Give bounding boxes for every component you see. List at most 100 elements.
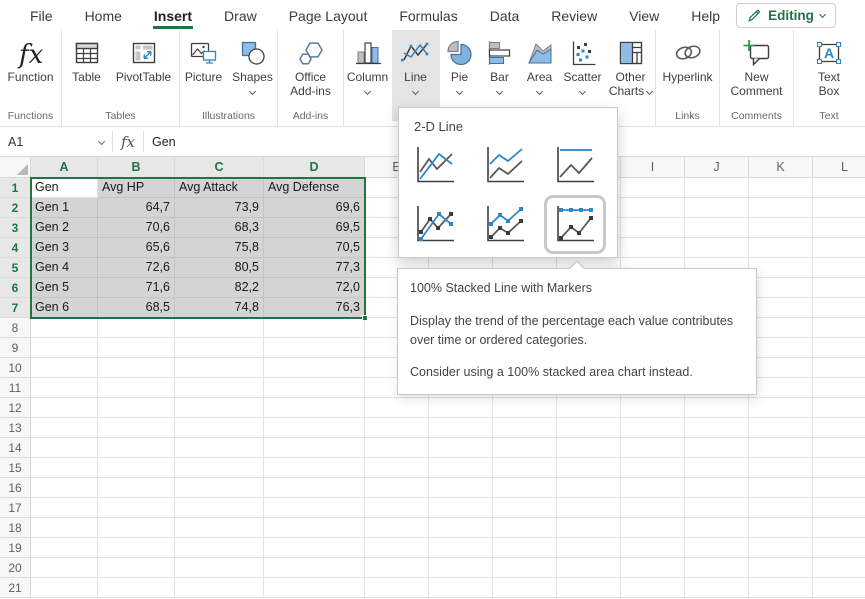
- cell-G21[interactable]: [493, 578, 557, 598]
- cell-F20[interactable]: [429, 558, 493, 578]
- cell-H13[interactable]: [557, 418, 621, 438]
- cell-F21[interactable]: [429, 578, 493, 598]
- cell-D10[interactable]: [264, 358, 365, 378]
- cell-A6[interactable]: Gen 5: [31, 278, 98, 298]
- cell-C6[interactable]: 82,2: [175, 278, 264, 298]
- cell-F14[interactable]: [429, 438, 493, 458]
- cell-K1[interactable]: [749, 178, 813, 198]
- cell-D16[interactable]: [264, 478, 365, 498]
- menu-tab-insert[interactable]: Insert: [138, 2, 208, 28]
- shapes-button[interactable]: Shapes: [228, 30, 278, 109]
- cell-K6[interactable]: [749, 278, 813, 298]
- cell-K20[interactable]: [749, 558, 813, 578]
- pivottable-button[interactable]: PivotTable: [110, 30, 178, 109]
- cell-A9[interactable]: [31, 338, 98, 358]
- cell-K11[interactable]: [749, 378, 813, 398]
- cell-I3[interactable]: [621, 218, 685, 238]
- table-button[interactable]: Table: [64, 30, 110, 109]
- cell-B11[interactable]: [98, 378, 175, 398]
- cell-G19[interactable]: [493, 538, 557, 558]
- editing-mode-button[interactable]: Editing: [736, 3, 836, 28]
- cell-D14[interactable]: [264, 438, 365, 458]
- chart-option-100-stacked-line[interactable]: [551, 143, 599, 188]
- chart-option-100-stacked-line-with-markers[interactable]: [551, 202, 599, 247]
- cell-C19[interactable]: [175, 538, 264, 558]
- cell-C10[interactable]: [175, 358, 264, 378]
- cell-D8[interactable]: [264, 318, 365, 338]
- column-header-d[interactable]: D: [264, 157, 365, 178]
- cell-J16[interactable]: [685, 478, 749, 498]
- cell-L12[interactable]: [813, 398, 865, 418]
- cell-L10[interactable]: [813, 358, 865, 378]
- chart-option-line-with-markers[interactable]: [411, 202, 459, 247]
- cell-B14[interactable]: [98, 438, 175, 458]
- cell-H14[interactable]: [557, 438, 621, 458]
- cell-A21[interactable]: [31, 578, 98, 598]
- cell-K21[interactable]: [749, 578, 813, 598]
- insert-function-icon[interactable]: fx: [113, 127, 143, 156]
- column-header-a[interactable]: A: [31, 157, 98, 178]
- row-header-14[interactable]: 14: [0, 438, 31, 458]
- cell-J18[interactable]: [685, 518, 749, 538]
- cell-D5[interactable]: 77,3: [264, 258, 365, 278]
- cell-D13[interactable]: [264, 418, 365, 438]
- cell-L6[interactable]: [813, 278, 865, 298]
- cell-L17[interactable]: [813, 498, 865, 518]
- cell-B15[interactable]: [98, 458, 175, 478]
- menu-tab-formulas[interactable]: Formulas: [383, 2, 473, 28]
- column-header-l[interactable]: L: [813, 157, 865, 178]
- cell-G20[interactable]: [493, 558, 557, 578]
- cell-C17[interactable]: [175, 498, 264, 518]
- cell-L18[interactable]: [813, 518, 865, 538]
- row-header-2[interactable]: 2: [0, 198, 31, 218]
- cell-A13[interactable]: [31, 418, 98, 438]
- cell-A18[interactable]: [31, 518, 98, 538]
- cell-C8[interactable]: [175, 318, 264, 338]
- cell-C2[interactable]: 73,9: [175, 198, 264, 218]
- cell-J17[interactable]: [685, 498, 749, 518]
- row-header-17[interactable]: 17: [0, 498, 31, 518]
- cell-B20[interactable]: [98, 558, 175, 578]
- cell-A11[interactable]: [31, 378, 98, 398]
- cell-H21[interactable]: [557, 578, 621, 598]
- row-header-7[interactable]: 7: [0, 298, 31, 318]
- cell-K7[interactable]: [749, 298, 813, 318]
- column-chart-button[interactable]: Column: [344, 30, 392, 121]
- cell-E12[interactable]: [365, 398, 429, 418]
- cell-C9[interactable]: [175, 338, 264, 358]
- cell-A5[interactable]: Gen 4: [31, 258, 98, 278]
- cell-D9[interactable]: [264, 338, 365, 358]
- cell-B2[interactable]: 64,7: [98, 198, 175, 218]
- cell-L7[interactable]: [813, 298, 865, 318]
- cell-E21[interactable]: [365, 578, 429, 598]
- menu-tab-data[interactable]: Data: [474, 2, 536, 28]
- cell-H19[interactable]: [557, 538, 621, 558]
- cell-D4[interactable]: 70,5: [264, 238, 365, 258]
- cell-E14[interactable]: [365, 438, 429, 458]
- cell-F15[interactable]: [429, 458, 493, 478]
- cell-K10[interactable]: [749, 358, 813, 378]
- column-header-j[interactable]: J: [685, 157, 749, 178]
- cell-D1[interactable]: Avg Defense: [264, 178, 365, 198]
- menu-tab-page-layout[interactable]: Page Layout: [273, 2, 384, 28]
- cell-H20[interactable]: [557, 558, 621, 578]
- row-header-10[interactable]: 10: [0, 358, 31, 378]
- cell-A15[interactable]: [31, 458, 98, 478]
- column-header-k[interactable]: K: [749, 157, 813, 178]
- new-comment-button[interactable]: NewComment: [724, 30, 790, 109]
- picture-button[interactable]: Picture: [180, 30, 228, 109]
- cell-C4[interactable]: 75,8: [175, 238, 264, 258]
- cell-A1[interactable]: Gen: [31, 178, 98, 198]
- cell-D21[interactable]: [264, 578, 365, 598]
- cell-B9[interactable]: [98, 338, 175, 358]
- cell-C15[interactable]: [175, 458, 264, 478]
- cell-L15[interactable]: [813, 458, 865, 478]
- cell-J20[interactable]: [685, 558, 749, 578]
- cell-I17[interactable]: [621, 498, 685, 518]
- cell-J13[interactable]: [685, 418, 749, 438]
- row-header-18[interactable]: 18: [0, 518, 31, 538]
- cell-A12[interactable]: [31, 398, 98, 418]
- cell-A20[interactable]: [31, 558, 98, 578]
- cell-B21[interactable]: [98, 578, 175, 598]
- office-add-ins-button[interactable]: OfficeAdd-ins: [279, 30, 343, 109]
